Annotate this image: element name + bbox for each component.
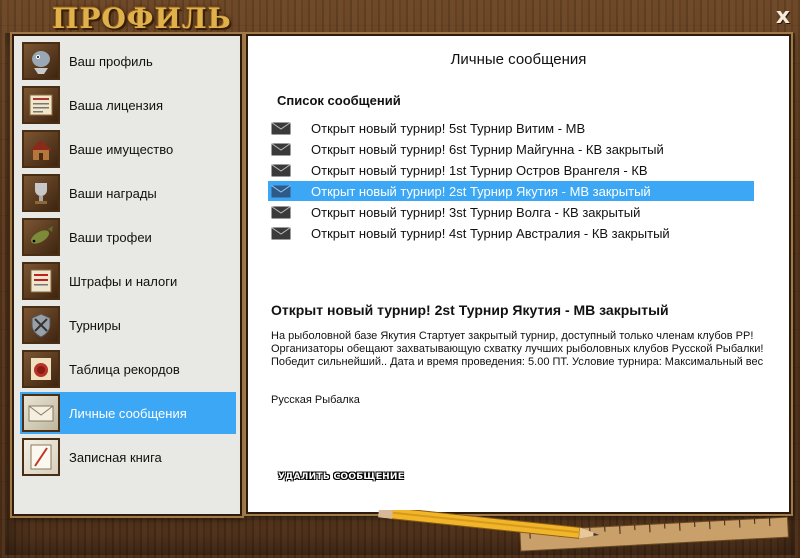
sidebar-item-label: Ваше имущество [69,141,174,157]
sidebar-item-label: Таблица рекордов [69,361,180,377]
message-subject: Открыт новый турнир! 4st Турнир Австрали… [311,225,670,241]
message-row[interactable]: Открыт новый турнир! 4st Турнир Австрали… [268,223,754,243]
sidebar-item-label: Ваша лицензия [69,97,163,113]
close-button[interactable]: x [772,6,794,28]
close-icon[interactable]: x [776,4,790,29]
sidebar-item-license[interactable]: Ваша лицензия [20,84,236,126]
message-list-heading: Список сообщений [277,93,401,108]
panel-title: Личные сообщения [450,51,587,68]
message-signature: Русская Рыбалка [271,394,360,406]
message-subject: Открыт новый турнир! 5st Турнир Витим - … [311,120,586,136]
message-row[interactable]: Открыт новый турнир! 6st Турнир Майгунна… [268,139,754,159]
trophy-fish-icon [22,218,60,256]
message-row-selected[interactable]: Открыт новый турнир! 2st Турнир Якутия -… [268,181,754,201]
message-row[interactable]: Открыт новый турнир! 1st Турнир Остров В… [268,160,754,180]
pencil-ruler-decoration [378,510,790,552]
sidebar-item-label: Ваш профиль [69,53,153,69]
award-icon [22,174,60,212]
sidebar-item-property[interactable]: Ваше имущество [20,128,236,170]
sidebar-item-label: Ваши трофеи [69,229,152,245]
envelope-icon [270,142,292,156]
message-detail-body: На рыболовной базе Якутия Стартует закры… [271,330,764,368]
envelope-icon [270,205,292,219]
sidebar-item-messages[interactable]: Личные сообщения [20,392,236,434]
sidebar-item-trophies[interactable]: Ваши трофеи [20,216,236,258]
notebook-pencil-icon [22,438,60,476]
envelope-icon [270,184,292,198]
profile-fish-icon [22,42,60,80]
sidebar-item-label: Турниры [69,317,121,333]
fine-paper-icon [22,262,60,300]
message-subject: Открыт новый турнир! 6st Турнир Майгунна… [311,141,664,157]
sidebar-item-label: Штрафы и налоги [69,273,178,289]
sidebar-item-label: Личные сообщения [69,405,187,421]
tournament-shield-icon [22,306,60,344]
property-icon [22,130,60,168]
sidebar-item-awards[interactable]: Ваши награды [20,172,236,214]
sidebar-item-label: Записная книга [69,449,162,465]
envelope-icon [270,163,292,177]
sidebar-item-fines[interactable]: Штрафы и налоги [20,260,236,302]
messages-panel: Личные сообщения Список сообщений Открыт… [246,34,791,514]
message-subject: Открыт новый турнир! 2st Турнир Якутия -… [311,183,651,199]
message-detail-title: Открыт новый турнир! 2st Турнир Якутия -… [271,302,669,318]
sidebar-item-records[interactable]: Таблица рекордов [20,348,236,390]
delete-message-button[interactable]: УДАЛИТЬ СООБЩЕНИЕ [278,472,404,486]
license-icon [22,86,60,124]
message-row[interactable]: Открыт новый турнир! 5st Турнир Витим - … [268,118,754,138]
envelope-icon [22,394,60,432]
message-subject: Открыт новый турнир! 3st Турнир Волга - … [311,204,641,220]
message-subject: Открыт новый турнир! 1st Турнир Остров В… [311,162,648,178]
message-row[interactable]: Открыт новый турнир! 3st Турнир Волга - … [268,202,754,222]
envelope-icon [270,226,292,240]
profile-sidebar: Ваш профиль Ваша лицензия Ваше имущество… [12,34,242,516]
envelope-icon [270,121,292,135]
sidebar-item-label: Ваши награды [69,185,157,201]
sidebar-item-profile[interactable]: Ваш профиль [20,40,236,82]
window-title: ПРОФИЛЬ [52,2,232,35]
sidebar-item-notebook[interactable]: Записная книга [20,436,236,478]
sidebar-item-tournaments[interactable]: Турниры [20,304,236,346]
records-seal-icon [22,350,60,388]
